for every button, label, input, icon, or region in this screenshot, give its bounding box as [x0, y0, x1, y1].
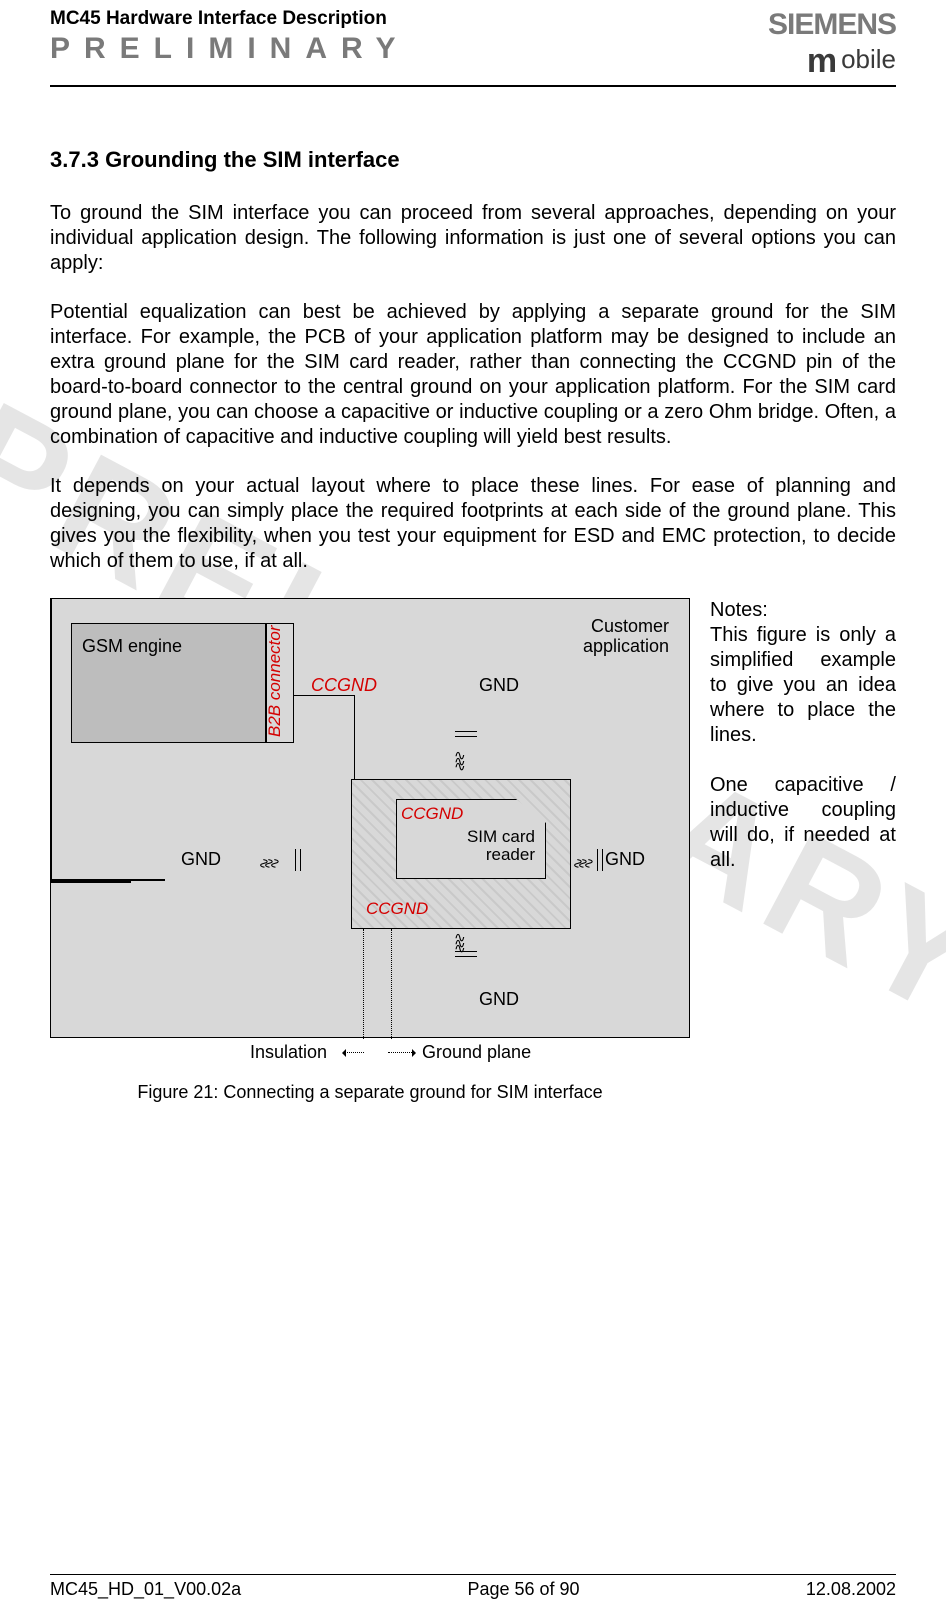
ccgnd-label-wire: CCGND: [311, 675, 377, 696]
doc-title: MC45 Hardware Interface Description: [50, 8, 410, 30]
wire: [51, 599, 52, 679]
capacitor-icon: [597, 849, 603, 871]
section-heading: 3.7.3 Grounding the SIM interface: [50, 147, 896, 173]
mobile-wordmark: mobile: [768, 42, 896, 81]
wire: [354, 695, 355, 779]
footer-right: 12.08.2002: [806, 1579, 896, 1600]
insulation-boundary: [391, 929, 392, 1039]
page-header: MC45 Hardware Interface Description PREL…: [50, 0, 896, 81]
customer-application-label: Customer application: [583, 617, 669, 657]
wire: [51, 882, 131, 883]
wire: [51, 679, 52, 759]
wire: [51, 759, 52, 819]
gnd-label-left: GND: [181, 849, 221, 870]
inductor-icon: ∿∿∿: [574, 858, 591, 870]
figure-diagram: GSM engine B2B connector Customer applic…: [50, 598, 690, 1038]
footer-center: Page 56 of 90: [467, 1579, 579, 1600]
brand-logo: SIEMENS mobile: [768, 8, 896, 81]
insulation-boundary: [363, 929, 364, 1039]
paragraph-2: Potential equalization can best be achie…: [50, 300, 896, 450]
ccgnd-label-inner-bottom: CCGND: [366, 899, 428, 919]
notes-line-2: One capacitive / inductive coupling will…: [710, 773, 896, 873]
footer-rule: [50, 1574, 896, 1575]
mobile-m-icon: m: [807, 42, 837, 81]
arrow-right-icon: [388, 1052, 414, 1053]
figure-under-labels: Insulation Ground plane: [50, 1042, 690, 1066]
page-footer: MC45_HD_01_V00.02a Page 56 of 90 12.08.2…: [50, 1574, 896, 1600]
arrow-left-icon: [344, 1052, 364, 1053]
notes-line-1: This figure is only a simplified example…: [710, 623, 896, 748]
paragraph-1: To ground the SIM interface you can proc…: [50, 201, 896, 276]
notes-heading: Notes:: [710, 598, 896, 623]
capacitor-icon: [455, 731, 477, 737]
inductor-icon: ∿∿∿: [454, 935, 466, 952]
paragraph-3: It depends on your actual layout where t…: [50, 474, 896, 574]
ground-plane-label: Ground plane: [422, 1042, 531, 1063]
siemens-wordmark: SIEMENS: [768, 8, 896, 42]
b2b-connector-label: B2B connector: [265, 625, 285, 737]
wire: [51, 819, 52, 879]
gnd-label-right: GND: [605, 849, 645, 870]
gsm-engine-block: GSM engine: [71, 623, 266, 743]
gnd-label-bottom: GND: [479, 989, 519, 1010]
inductor-icon: ∿∿∿: [260, 858, 277, 870]
insulation-label: Insulation: [250, 1042, 327, 1063]
footer-left: MC45_HD_01_V00.02a: [50, 1579, 241, 1600]
header-rule: [50, 85, 896, 87]
gnd-label-top: GND: [479, 675, 519, 696]
figure-notes: Notes: This figure is only a simplified …: [710, 598, 896, 873]
inductor-icon: ∿∿∿: [454, 753, 466, 770]
ccgnd-label-inner-top: CCGND: [401, 804, 463, 824]
wire: [294, 695, 354, 696]
capacitor-icon: [295, 849, 301, 871]
preliminary-label: PRELIMINARY: [50, 32, 410, 66]
figure-caption: Figure 21: Connecting a separate ground …: [50, 1082, 690, 1103]
